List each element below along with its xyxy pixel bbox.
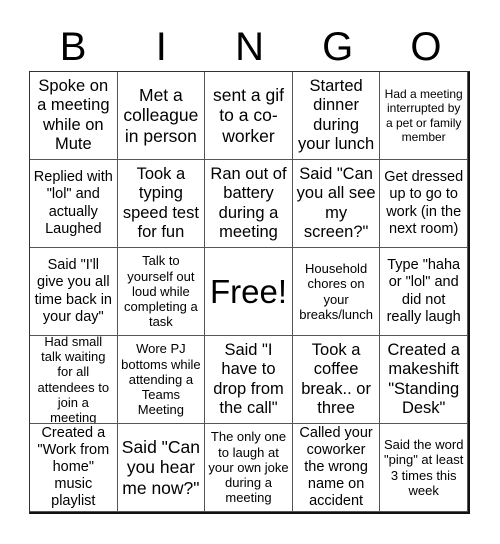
bingo-free-cell[interactable]: Free! [205,248,293,336]
bingo-cell[interactable]: Type "haha or "lol" and did not really l… [380,248,468,336]
cell-text: Ran out of battery during a meeting [210,164,287,241]
bingo-cell[interactable]: Household chores on your breaks/lunch [292,248,381,336]
bingo-cell[interactable]: Replied with "lol" and actually Laughed [30,160,118,248]
bingo-cell[interactable]: Took a typing speed test for fun [117,160,206,248]
bingo-cell[interactable]: Said "Can you hear me now?" [117,424,206,512]
cell-text: Had small talk waiting for all attendees… [37,336,110,424]
bingo-cell[interactable]: The only one to laugh at your own joke d… [205,424,293,512]
cell-text: Household chores on your breaks/lunch [299,260,373,322]
bingo-cell[interactable]: Called your coworker the wrong name on a… [292,424,381,512]
bingo-cell[interactable]: Said "Can you all see my screen?" [292,160,381,248]
header-letter-g: G [322,25,354,69]
header-letter-o: O [410,25,442,69]
cell-text: Had a meeting interrupted by a pet or fa… [384,87,463,144]
cell-text: Started dinner during your lunch [298,76,375,153]
bingo-cell[interactable]: Ran out of battery during a meeting [205,160,293,248]
bingo-cell[interactable]: Started dinner during your lunch [292,72,381,160]
cell-text: Created a "Work from home" music playlis… [37,424,110,510]
cell-text: Spoke on a meeting while on Mute [37,76,110,153]
cell-text: sent a gif to a co-worker [212,84,284,146]
header-letter-n: N [235,25,264,69]
bingo-cell[interactable]: Had small talk waiting for all attendees… [30,336,118,424]
bingo-cell[interactable]: Said the word "ping" at least 3 times th… [380,424,468,512]
cell-text: Said "I have to drop from the call" [213,340,284,417]
bingo-cell[interactable]: Said "I have to drop from the call" [205,336,293,424]
cell-text: Get dressed up to go to work (in the nex… [384,169,464,237]
bingo-cell[interactable]: Created a makeshift "Standing Desk" [380,336,468,424]
cell-text: Replied with "lol" and actually Laughed [33,169,113,237]
cell-text: Type "haha or "lol" and did not really l… [386,257,461,325]
header-letter-i: I [155,25,167,69]
bingo-cell[interactable]: Had a meeting interrupted by a pet or fa… [380,72,468,160]
bingo-cell[interactable]: Wore PJ bottoms while attending a Teams … [117,336,206,424]
bingo-cell[interactable]: Talk to yourself out loud while completi… [117,248,206,336]
cell-text: Wore PJ bottoms while attending a Teams … [121,341,201,418]
cell-text: Said the word "ping" at least 3 times th… [383,436,464,498]
cell-text: Talk to yourself out loud while completi… [124,253,198,330]
header-letter-b: B [59,25,87,69]
bingo-cell[interactable]: sent a gif to a co-worker [205,72,293,160]
cell-text: Said "Can you hear me now?" [121,436,200,498]
bingo-cell[interactable]: Took a coffee break.. or three [292,336,381,424]
cell-text: Created a makeshift "Standing Desk" [387,340,460,417]
cell-text: Called your coworker the wrong name on a… [299,424,373,510]
cell-text: Met a colleague in person [123,84,199,146]
cell-text: The only one to laugh at your own joke d… [208,429,289,506]
bingo-header: B I N G O [29,22,470,72]
cell-text: Said "I'll give you all time back in you… [34,257,112,325]
bingo-cell[interactable]: Created a "Work from home" music playlis… [30,424,118,512]
bingo-board: Spoke on a meeting while on Mute Met a c… [29,71,470,514]
bingo-cell[interactable]: Spoke on a meeting while on Mute [30,72,118,160]
cell-text: Said "Can you all see my screen?" [296,164,376,241]
bingo-cell[interactable]: Get dressed up to go to work (in the nex… [380,160,468,248]
cell-text: Took a coffee break.. or three [301,340,371,417]
free-text: Free! [209,273,287,310]
bingo-cell[interactable]: Met a colleague in person [117,72,206,160]
bingo-cell[interactable]: Said "I'll give you all time back in you… [30,248,118,336]
cell-text: Took a typing speed test for fun [122,164,199,241]
